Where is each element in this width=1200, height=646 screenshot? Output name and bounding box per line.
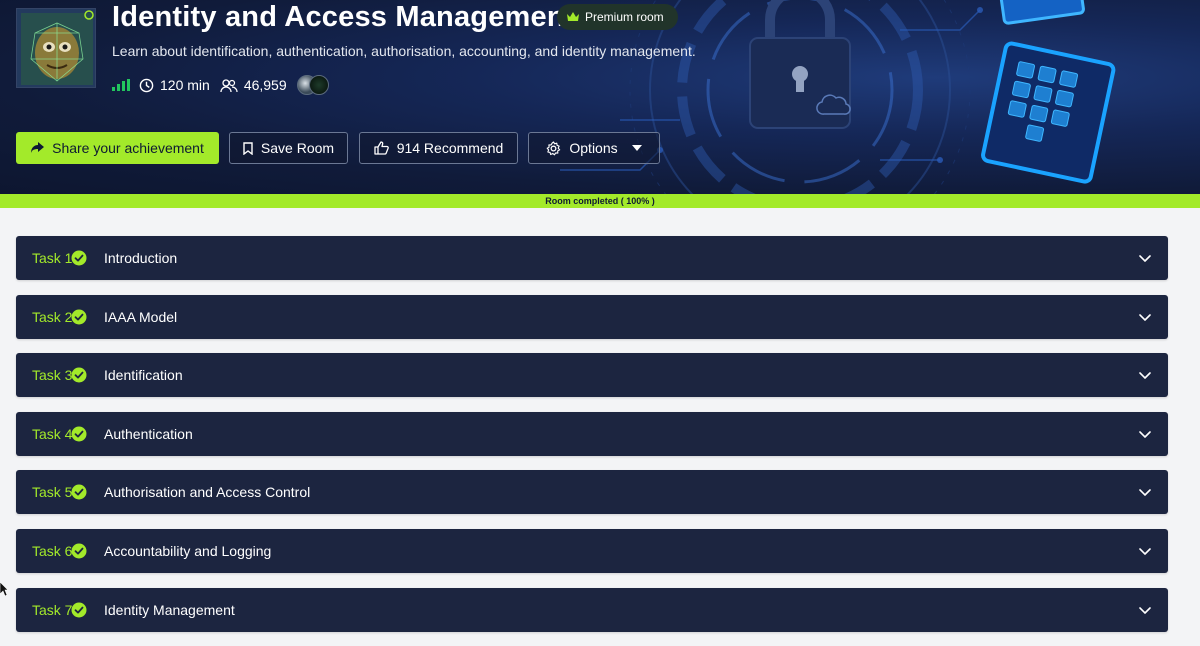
creator-avatars[interactable] [296,75,329,95]
room-header: Identity and Access Management Premium r… [0,0,1200,194]
gear-icon [547,140,561,155]
check-circle-icon [71,250,87,266]
task-row[interactable]: Task 2 IAAA Model [16,294,1168,339]
task-title: Identification [104,367,183,384]
task-number: Task 6 [32,542,73,559]
chevron-down-icon[interactable] [1138,368,1152,382]
bookmark-icon [243,141,253,155]
task-row[interactable]: Task 7 Identity Management [16,587,1168,632]
users-icon [220,78,238,92]
chevron-down-icon[interactable] [1138,485,1152,499]
task-number: Task 1 [32,250,73,266]
chevron-down-icon[interactable] [1138,251,1152,265]
clock-icon [139,78,154,92]
task-title: Identity Management [104,601,235,618]
task-title: IAAA Model [104,308,178,325]
task-row[interactable]: Task 4 Authentication [16,411,1168,456]
save-room-button[interactable]: Save Room [229,132,348,164]
mouse-cursor [0,582,8,596]
difficulty-signal-icon [112,79,130,91]
check-circle-icon [71,543,87,559]
duration: 120 min [139,77,210,93]
save-room-label: Save Room [260,140,335,156]
share-achievement-button[interactable]: Share your achievement [16,132,219,164]
user-count: 46,959 [220,77,287,93]
task-number: Task 2 [32,308,73,325]
room-description: Learn about identification, authenticati… [112,43,696,59]
task-row[interactable]: Task 6 Accountability and Logging [16,528,1168,573]
check-circle-icon [71,309,87,325]
task-title: Authorisation and Access Control [104,484,311,501]
premium-badge: Premium room [557,4,678,30]
task-title: Authentication [104,425,193,442]
check-circle-icon [71,484,87,500]
check-circle-icon [71,367,87,383]
share-achievement-label: Share your achievement [52,140,204,156]
page-title: Identity and Access Management [112,1,575,33]
task-number: Task 4 [32,425,73,442]
recommend-label: 914 Recommend [396,140,504,156]
user-count-label: 46,959 [243,77,287,93]
premium-badge-label: Premium room [585,10,664,24]
options-label: Options [569,140,618,156]
task-number: Task 5 [32,484,73,501]
task-row[interactable]: Task 1 Introduction [16,236,1168,280]
task-row[interactable]: Task 5 Authorisation and Access Control [16,470,1168,515]
task-number: Task 7 [32,601,73,618]
avatar[interactable] [308,75,329,95]
room-meta: 120 min 46,959 [112,74,329,96]
progress-label: Room completed ( 100% ) [545,196,655,206]
room-progress-bar: Room completed ( 100% ) [0,194,1200,208]
duration-label: 120 min [160,77,210,93]
check-circle-icon [71,426,87,442]
chevron-down-icon[interactable] [1138,603,1152,617]
thumbs-up-icon [374,141,389,155]
check-circle-icon [71,602,87,618]
crown-icon [567,12,579,21]
caret-down-icon [631,145,642,151]
chevron-down-icon[interactable] [1138,310,1152,324]
task-title: Introduction [104,250,178,266]
share-icon [31,142,45,153]
recommend-button[interactable]: 914 Recommend [359,132,518,164]
chevron-down-icon[interactable] [1138,427,1152,441]
task-row[interactable]: Task 3 Identification [16,353,1168,398]
task-title: Accountability and Logging [104,542,272,559]
task-list: Task 1 Introduction Task 2 IAAA Model Task 3… [16,236,1168,646]
room-avatar-icon [16,8,96,88]
options-button[interactable]: Options [528,132,660,164]
chevron-down-icon[interactable] [1138,544,1152,558]
task-number: Task 3 [32,367,73,384]
